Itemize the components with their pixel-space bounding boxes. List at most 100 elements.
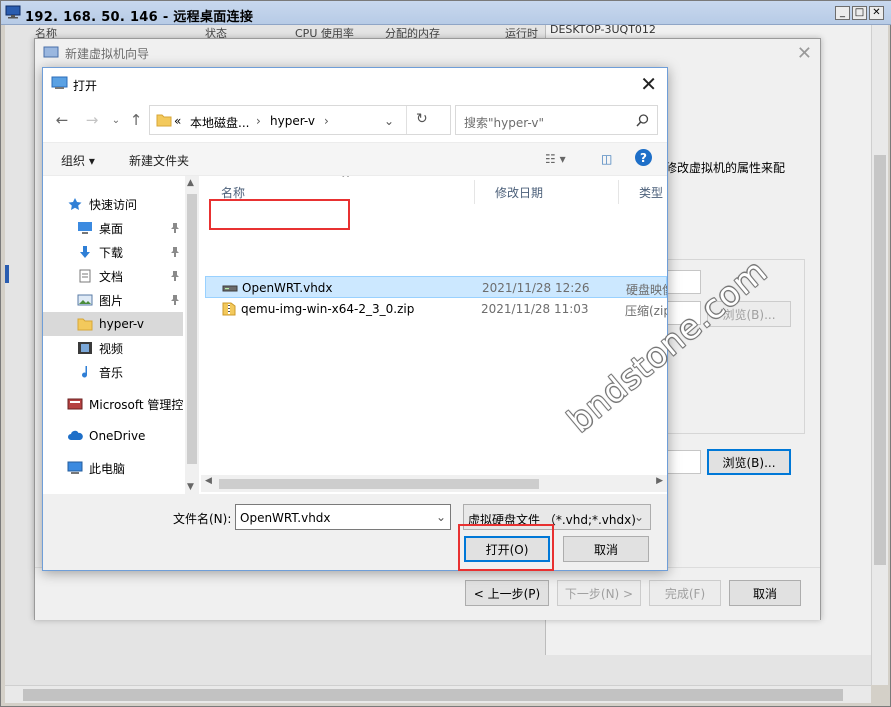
nav-scrollbar[interactable]: ▲ ▼ — [185, 176, 199, 494]
maximize-button[interactable]: □ — [852, 6, 867, 20]
file-row[interactable]: qemu-img-win-x64-2_3_0.zip 2021/11/28 11:… — [205, 298, 667, 320]
chevron-down-icon[interactable]: ⌄ — [436, 510, 446, 524]
remote-vertical-scrollbar[interactable] — [871, 25, 888, 685]
nav-item[interactable]: 快速访问 — [43, 192, 183, 216]
file-name: qemu-img-win-x64-2_3_0.zip — [241, 302, 415, 316]
refresh-icon[interactable]: ↻ — [416, 111, 428, 127]
next-button[interactable]: 下一步(N) > — [557, 580, 641, 606]
scrollbar-thumb[interactable] — [23, 689, 843, 701]
nav-item[interactable]: hyper-v — [43, 312, 183, 336]
maximize-icon: □ — [854, 7, 865, 18]
search-box[interactable]: 搜索"hyper-v" — [455, 105, 658, 135]
highlight-box-open — [458, 524, 554, 571]
open-dialog-icon — [51, 76, 68, 89]
pin-icon — [171, 270, 179, 281]
wizard-close-icon[interactable]: ✕ — [797, 43, 812, 64]
rdp-title-bar: 192. 168. 50. 146 - 远程桌面连接 _ □ ✕ — [1, 1, 891, 25]
prev-button[interactable]: < 上一步(P) — [465, 580, 549, 606]
scrollbar-thumb[interactable] — [187, 194, 197, 464]
host-name: DESKTOP-3UQT012 — [550, 25, 656, 36]
nav-item-label: 文档 — [99, 269, 124, 284]
picture-icon — [77, 293, 93, 307]
file-row[interactable]: OpenWRT.vhdx 2021/11/28 12:26 硬盘映像 — [205, 276, 667, 298]
nav-item-label: 下载 — [99, 245, 124, 260]
nav-item-label: OneDrive — [89, 429, 146, 443]
view-options-icon[interactable]: ☷ ▾ — [545, 152, 566, 166]
wizard-title: 新建虚拟机向导 — [65, 47, 150, 61]
close-button[interactable]: ✕ — [869, 6, 884, 20]
column-header-date[interactable]: 修改日期 — [475, 180, 619, 204]
file-type: 压缩(zip — [625, 304, 667, 318]
preview-pane-icon[interactable]: ◫ — [601, 152, 612, 166]
video-icon — [77, 341, 93, 355]
nav-item[interactable]: OneDrive — [43, 424, 183, 448]
column-header-type[interactable]: 类型 — [619, 180, 667, 204]
browse-button-2[interactable]: 浏览(B)... — [707, 449, 791, 475]
up-icon[interactable]: ↑ — [127, 111, 145, 129]
remote-desktop-icon — [5, 5, 21, 19]
scrollbar-thumb[interactable] — [874, 155, 886, 565]
forward-icon[interactable]: → — [83, 111, 101, 129]
nav-item-label: 快速访问 — [89, 197, 138, 212]
wizard-description: 修改虚拟机的属性来配 — [665, 161, 786, 175]
help-icon[interactable]: ? — [635, 149, 652, 166]
chevron-down-icon[interactable]: ⌄ — [384, 114, 394, 128]
mmc-icon — [67, 397, 83, 411]
address-bar[interactable]: « 本地磁盘... › hyper-v › ⌄ ↻ — [149, 105, 451, 135]
disk-image-icon — [222, 281, 238, 298]
finish-button[interactable]: 完成(F) — [649, 580, 721, 606]
nav-item[interactable]: 桌面 — [43, 216, 183, 240]
pin-icon — [171, 246, 179, 257]
file-type: 硬盘映像 — [626, 283, 667, 297]
nav-item-label: 图片 — [99, 293, 124, 308]
filename-value: OpenWRT.vhdx — [240, 511, 331, 525]
address-segment-2[interactable]: hyper-v — [270, 114, 315, 128]
document-icon — [77, 269, 93, 283]
nav-item-label: 此电脑 — [89, 461, 126, 476]
search-icon — [636, 114, 649, 127]
nav-item[interactable]: 图片 — [43, 288, 183, 312]
minimize-button[interactable]: _ — [835, 6, 850, 20]
zip-archive-icon — [221, 302, 237, 319]
address-segment-1[interactable]: 本地磁盘... — [190, 114, 249, 131]
nav-item[interactable]: 文档 — [43, 264, 183, 288]
wizard-input-3[interactable] — [665, 450, 701, 474]
recent-locations-icon[interactable]: ⌄ — [107, 111, 125, 129]
nav-item-label: Microsoft 管理控 — [89, 397, 184, 412]
filename-label: 文件名(N): — [173, 512, 232, 526]
open-close-icon[interactable]: ✕ — [640, 72, 657, 96]
scroll-up-icon[interactable]: ▲ — [187, 178, 194, 188]
chevron-right-icon: › — [324, 114, 329, 128]
file-name: OpenWRT.vhdx — [242, 281, 333, 295]
filename-input[interactable]: OpenWRT.vhdx ⌄ — [235, 504, 451, 530]
nav-item[interactable]: Microsoft 管理控 — [43, 392, 183, 416]
desktop-icon — [77, 221, 93, 235]
scrollbar-thumb[interactable] — [219, 479, 539, 489]
chevron-right-icon: › — [256, 114, 261, 128]
cancel-button[interactable]: 取消 — [563, 536, 649, 562]
back-icon[interactable]: ← — [53, 111, 71, 129]
search-placeholder: 搜索"hyper-v" — [464, 116, 545, 130]
close-icon: ✕ — [872, 7, 881, 18]
wizard-cancel-button[interactable]: 取消 — [729, 580, 801, 606]
nav-item[interactable]: 视频 — [43, 336, 183, 360]
command-bar: 组织 ▾ 新建文件夹 ☷ ▾ ◫ ? — [43, 142, 667, 176]
scroll-right-icon[interactable]: ▶ — [656, 476, 663, 486]
file-date: 2021/11/28 12:26 — [482, 281, 590, 295]
scroll-down-icon[interactable]: ▼ — [187, 482, 194, 492]
open-dialog-footer: 文件名(N): OpenWRT.vhdx ⌄ 虚拟硬盘文件 （*.vhd;*.v… — [43, 494, 667, 570]
new-folder-button[interactable]: 新建文件夹 — [129, 152, 189, 169]
wizard-input-1[interactable] — [665, 270, 701, 294]
organize-button[interactable]: 组织 ▾ — [61, 152, 95, 169]
nav-item[interactable]: 此电脑 — [43, 456, 183, 480]
pin-icon — [171, 222, 179, 233]
nav-item-label: hyper-v — [99, 317, 144, 331]
wizard-icon — [43, 46, 59, 58]
open-dialog-title-bar: 打开 ✕ — [43, 68, 667, 100]
remote-horizontal-scrollbar[interactable] — [5, 685, 871, 703]
open-dialog-title: 打开 — [73, 79, 98, 93]
nav-item[interactable]: 下载 — [43, 240, 183, 264]
nav-item[interactable]: 音乐 — [43, 360, 183, 384]
file-list-horizontal-scrollbar[interactable]: ◀ ▶ — [201, 475, 667, 492]
scroll-left-icon[interactable]: ◀ — [205, 476, 212, 486]
